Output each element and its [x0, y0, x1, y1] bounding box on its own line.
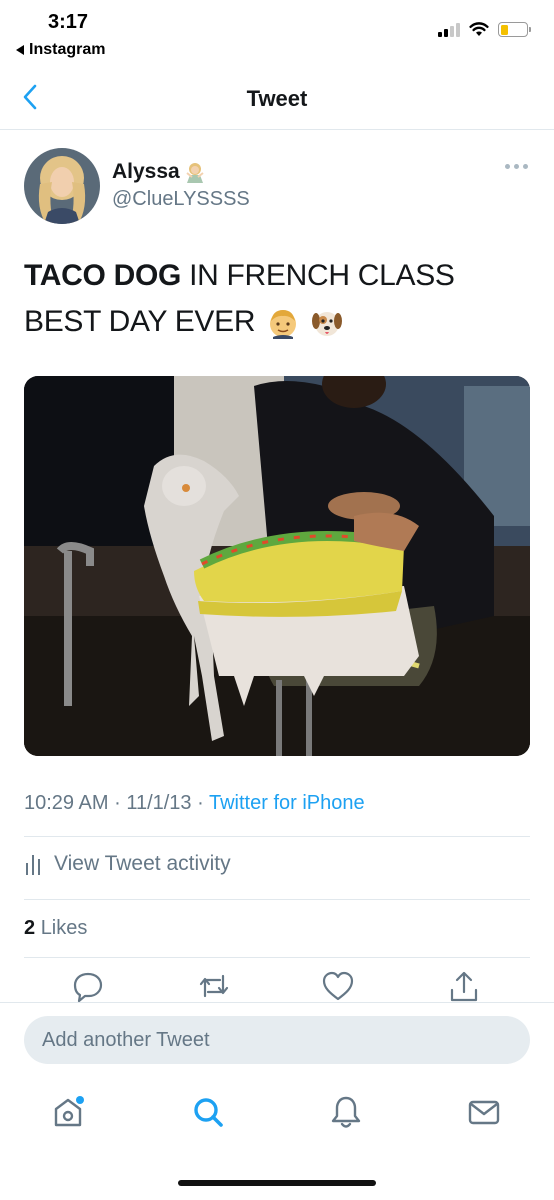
add-tweet-input[interactable]: Add another Tweet — [24, 1016, 530, 1064]
messages-icon[interactable] — [464, 1092, 504, 1132]
share-icon[interactable] — [446, 968, 482, 1004]
retweet-icon[interactable] — [196, 968, 232, 1004]
tweet-date: 11/1/13 — [126, 792, 192, 814]
tweet-text-line2: BEST DAY EVER — [24, 305, 256, 338]
back-to-app-link[interactable]: Instagram — [16, 41, 105, 59]
divider — [24, 957, 530, 958]
author-name[interactable]: Alyssa — [112, 160, 206, 184]
more-options-icon[interactable] — [505, 164, 528, 169]
status-icons — [438, 22, 531, 37]
home-indicator[interactable] — [178, 1180, 376, 1186]
back-to-app-label: Instagram — [29, 41, 106, 58]
tweet-photo[interactable] — [24, 376, 530, 756]
notifications-icon[interactable] — [326, 1092, 366, 1132]
page-title: Tweet — [246, 86, 308, 111]
meta-separator: · — [197, 792, 204, 814]
battery-icon — [498, 22, 531, 37]
composer-divider — [0, 1002, 554, 1003]
dog-face-emoji — [312, 312, 343, 337]
view-tweet-activity-label: View Tweet activity — [54, 852, 231, 875]
meta-separator: · — [114, 792, 121, 814]
woman-gesturing-icon — [186, 163, 204, 183]
tweet-actions — [0, 968, 554, 1004]
like-icon[interactable] — [320, 968, 356, 1004]
tab-bar — [0, 1084, 554, 1144]
cellular-signal-icon — [438, 22, 460, 37]
search-icon[interactable] — [188, 1092, 228, 1132]
tweet-source-link[interactable]: Twitter for iPhone — [209, 792, 365, 814]
tweet-text-bold: TACO DOG — [24, 259, 182, 292]
man-face-emoji — [270, 310, 297, 340]
author-handle[interactable]: @ClueLYSSSS — [112, 188, 250, 211]
wifi-icon — [469, 22, 489, 36]
tweet-meta: 10:29 AM · 11/1/13 · Twitter for iPhone — [24, 792, 365, 815]
likes-number: 2 — [24, 917, 36, 939]
nav-bar: Tweet — [0, 70, 554, 130]
divider — [24, 836, 530, 837]
add-tweet-placeholder: Add another Tweet — [42, 1028, 210, 1051]
tweet-time: 10:29 AM — [24, 792, 109, 814]
divider — [24, 899, 530, 900]
likes-label: Likes — [40, 917, 88, 939]
tweet-text-rest: IN FRENCH CLASS — [181, 259, 455, 292]
status-bar: 3:17 Instagram — [0, 0, 554, 70]
author-name-label: Alyssa — [112, 160, 180, 183]
status-time: 3:17 — [48, 11, 89, 33]
likes-count[interactable]: 2 Likes — [24, 917, 87, 940]
bar-chart-icon — [26, 855, 40, 875]
reply-icon[interactable] — [70, 968, 106, 1004]
avatar[interactable] — [24, 148, 100, 224]
taco-dog-photo — [24, 376, 530, 756]
tweet-text: TACO DOG IN FRENCH CLASS BEST DAY EVER — [24, 253, 534, 345]
home-icon[interactable] — [48, 1092, 88, 1132]
view-tweet-activity[interactable]: View Tweet activity — [24, 852, 231, 876]
back-triangle-icon — [16, 45, 24, 55]
